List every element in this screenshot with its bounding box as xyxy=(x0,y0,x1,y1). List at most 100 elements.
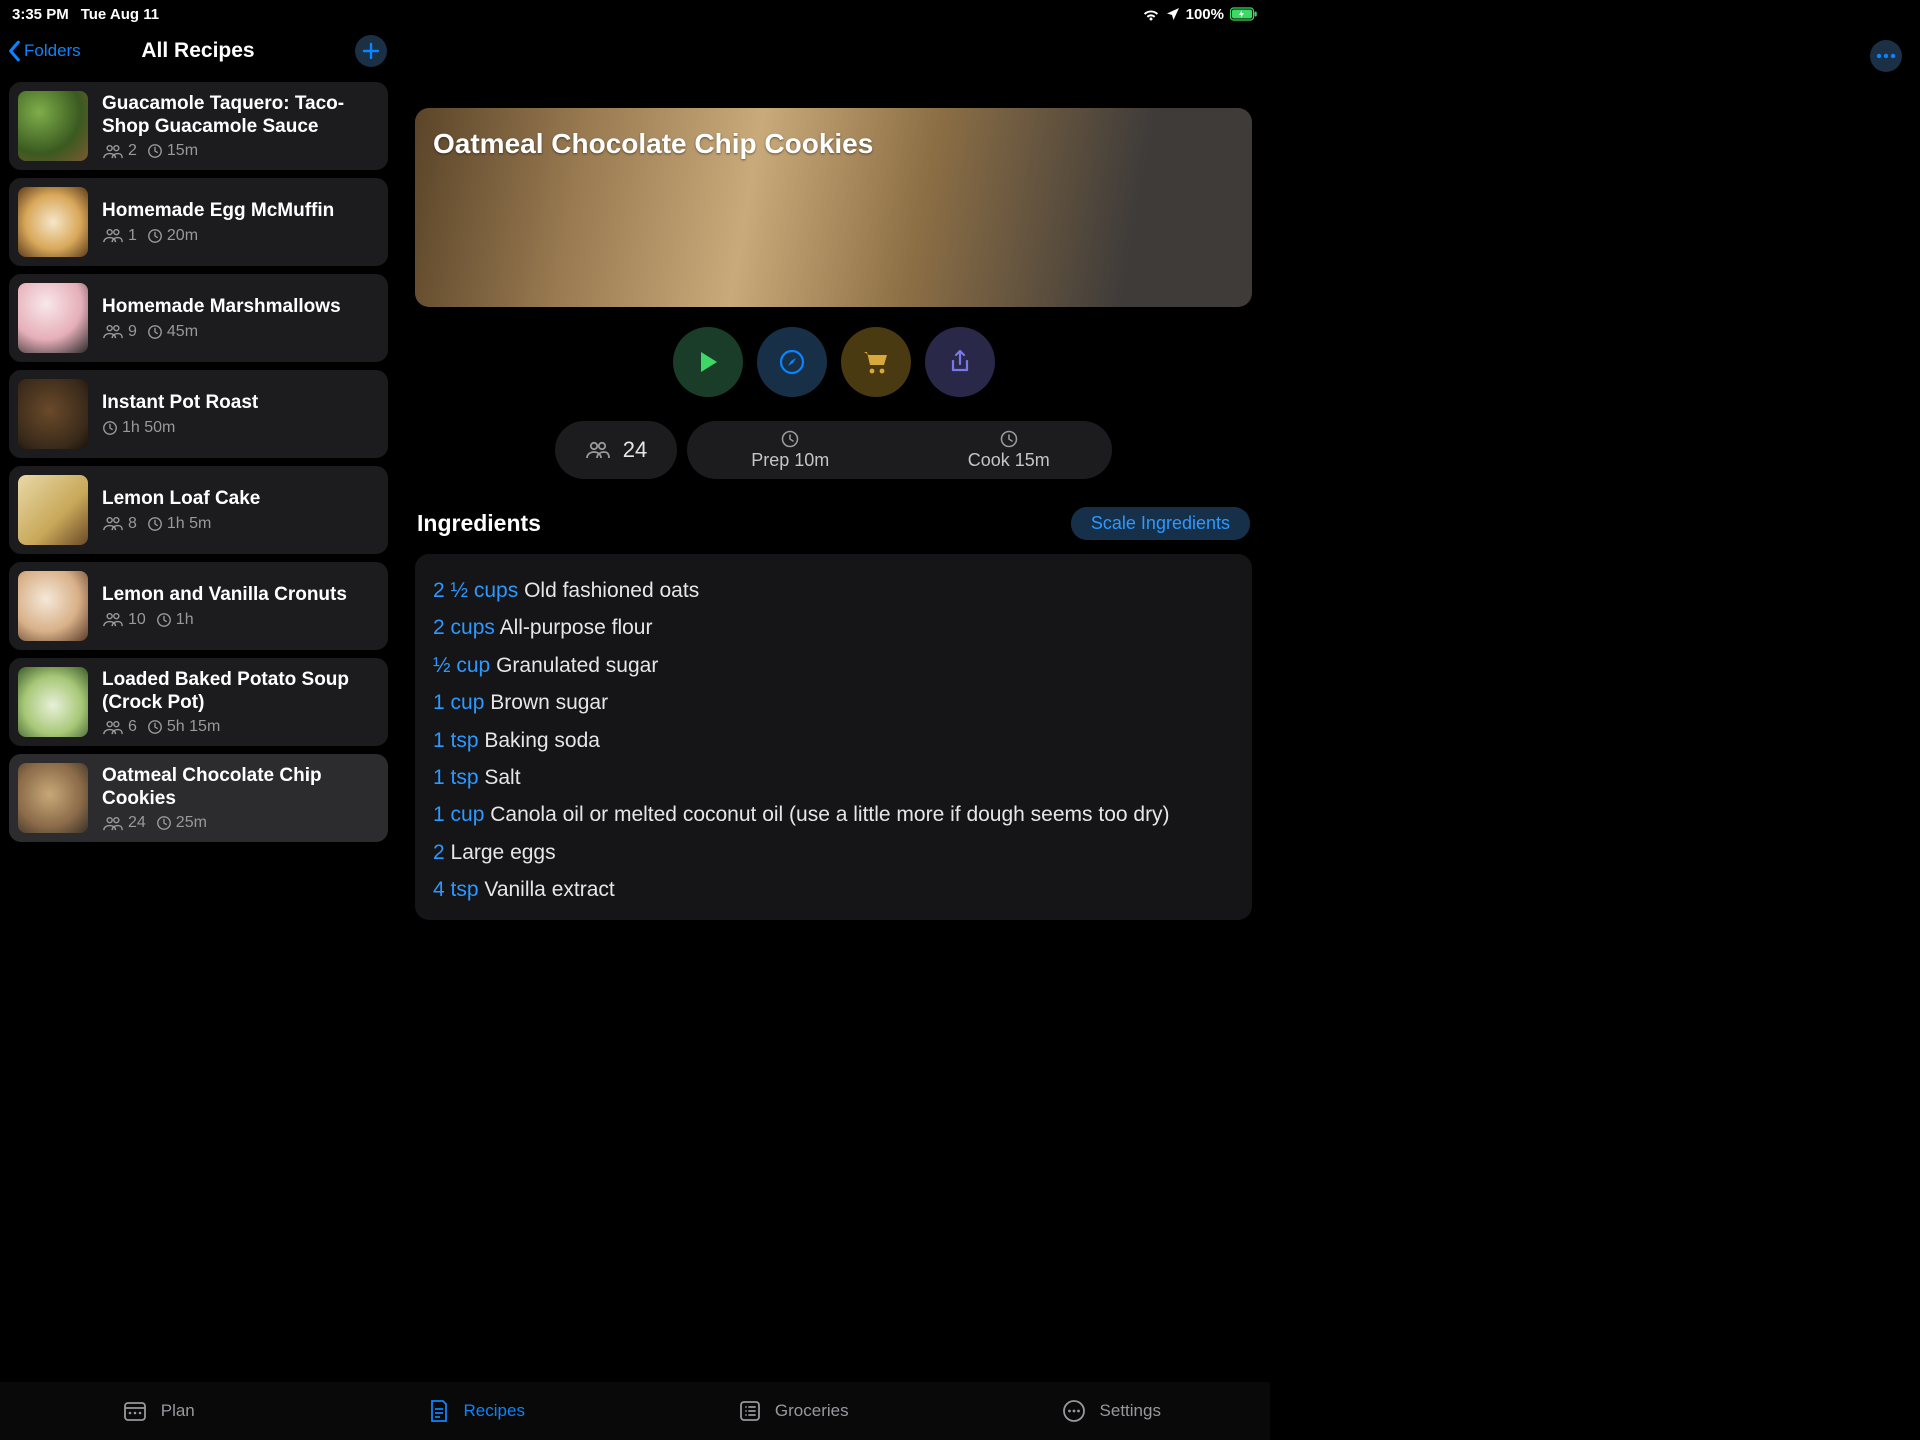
ingredient-line[interactable]: ½ cup Granulated sugar xyxy=(433,647,1234,684)
add-recipe-button[interactable] xyxy=(355,35,387,67)
ingredient-name: Vanilla extract xyxy=(484,878,614,901)
time-meta: 1h 5m xyxy=(147,515,211,533)
sidebar-header: Folders All Recipes xyxy=(0,24,397,78)
ingredient-line[interactable]: 1 tsp Salt xyxy=(433,759,1234,796)
recipe-list-item[interactable]: Homemade Marshmallows 945m xyxy=(9,274,388,362)
tab-recipes[interactable]: Recipes xyxy=(318,1382,636,1440)
recipe-item-title: Guacamole Taquero: Taco-Shop Guacamole S… xyxy=(102,92,376,138)
ingredient-name: All-purpose flour xyxy=(500,616,653,639)
tab-groceries-label: Groceries xyxy=(775,1401,849,1421)
ingredient-amount: 1 cup xyxy=(433,803,484,826)
tab-recipes-label: Recipes xyxy=(464,1401,525,1421)
ingredient-line[interactable]: 2 ½ cups Old fashioned oats xyxy=(433,572,1234,609)
action-row xyxy=(415,327,1252,397)
time-pill: Prep 10m Cook 15m xyxy=(687,421,1112,479)
status-date: Tue Aug 11 xyxy=(81,6,159,23)
servings-pill[interactable]: 24 xyxy=(555,421,677,479)
ingredient-amount: 2 ½ cups xyxy=(433,579,518,602)
ingredient-name: Large eggs xyxy=(451,841,556,864)
ingredient-name: Salt xyxy=(484,766,520,789)
time-meta: 25m xyxy=(156,814,207,832)
recipe-item-title: Instant Pot Roast xyxy=(102,391,376,414)
clock-icon xyxy=(1000,430,1018,448)
recipe-item-title: Homemade Egg McMuffin xyxy=(102,199,376,222)
recipe-hero-image: Oatmeal Chocolate Chip Cookies xyxy=(415,108,1252,307)
share-button[interactable] xyxy=(925,327,995,397)
recipe-thumb xyxy=(18,571,88,641)
time-meta: 45m xyxy=(147,323,198,341)
time-meta: 1h 50m xyxy=(102,419,175,437)
ingredient-name: Baking soda xyxy=(484,729,600,752)
recipe-item-title: Oatmeal Chocolate Chip Cookies xyxy=(102,764,376,810)
ingredients-heading: Ingredients xyxy=(417,510,541,537)
servings-meta: 10 xyxy=(102,611,146,629)
servings-meta: 1 xyxy=(102,227,137,245)
tab-groceries[interactable]: Groceries xyxy=(635,1382,953,1440)
stat-row: 24 Prep 10m Cook 15m xyxy=(415,421,1252,479)
tab-settings-label: Settings xyxy=(1100,1401,1161,1421)
ingredient-line[interactable]: 4 tsp Vanilla extract xyxy=(433,871,1234,908)
recipe-thumb xyxy=(18,91,88,161)
status-bar: 3:35 PM Tue Aug 11 100% xyxy=(0,0,1270,24)
source-link-button[interactable] xyxy=(757,327,827,397)
ingredient-line[interactable]: 2 Large eggs xyxy=(433,834,1234,871)
tab-plan[interactable]: Plan xyxy=(0,1382,318,1440)
recipe-list-item[interactable]: Loaded Baked Potato Soup (Crock Pot) 6 5h… xyxy=(9,658,388,746)
ingredient-name: Canola oil or melted coconut oil (use a … xyxy=(490,803,1169,826)
recipe-list-item[interactable]: Instant Pot Roast 1h 50m xyxy=(9,370,388,458)
ingredient-amount: 1 tsp xyxy=(433,729,479,752)
recipe-list-item[interactable]: Oatmeal Chocolate Chip Cookies 24 25m xyxy=(9,754,388,842)
settings-icon xyxy=(1062,1399,1086,1423)
servings-meta: 6 xyxy=(102,718,137,736)
prep-time: Prep 10m xyxy=(751,450,829,471)
recipe-thumb xyxy=(18,283,88,353)
time-meta: 20m xyxy=(147,227,198,245)
ingredient-line[interactable]: 1 cup Brown sugar xyxy=(433,684,1234,721)
ingredient-name: Brown sugar xyxy=(490,691,608,714)
back-label: Folders xyxy=(24,41,81,61)
recipe-list-item[interactable]: Lemon and Vanilla Cronuts 10 1h xyxy=(9,562,388,650)
servings-meta: 9 xyxy=(102,323,137,341)
recipe-title: Oatmeal Chocolate Chip Cookies xyxy=(433,128,873,160)
ingredient-amount: 1 cup xyxy=(433,691,484,714)
ingredient-amount: 2 cups xyxy=(433,616,495,639)
more-button[interactable] xyxy=(1870,40,1902,72)
battery-icon xyxy=(1230,7,1258,21)
recipe-list-item[interactable]: Lemon Loaf Cake 81h 5m xyxy=(9,466,388,554)
time-meta: 5h 15m xyxy=(147,718,220,736)
cook-button[interactable] xyxy=(673,327,743,397)
recipe-thumb xyxy=(18,475,88,545)
servings-value: 24 xyxy=(623,437,647,463)
ingredient-line[interactable]: 2 cups All-purpose flour xyxy=(433,609,1234,646)
servings-meta: 2 xyxy=(102,142,137,160)
ingredient-amount: 2 xyxy=(433,841,445,864)
recipe-thumb xyxy=(18,763,88,833)
ingredients-box: 2 ½ cups Old fashioned oats2 cups All-pu… xyxy=(415,554,1252,920)
ingredient-name: Granulated sugar xyxy=(496,654,658,677)
ingredient-amount: ½ cup xyxy=(433,654,490,677)
recipe-list-item[interactable]: Guacamole Taquero: Taco-Shop Guacamole S… xyxy=(9,82,388,170)
status-time: 3:35 PM xyxy=(12,6,69,23)
battery-pct: 100% xyxy=(1186,6,1224,23)
time-meta: 15m xyxy=(147,142,198,160)
page-title: All Recipes xyxy=(141,39,254,63)
cook-time: Cook 15m xyxy=(968,450,1050,471)
ingredient-line[interactable]: 1 tsp Baking soda xyxy=(433,722,1234,759)
recipe-item-title: Lemon and Vanilla Cronuts xyxy=(102,583,376,606)
recipe-item-title: Loaded Baked Potato Soup (Crock Pot) xyxy=(102,668,376,714)
scale-ingredients-button[interactable]: Scale Ingredients xyxy=(1071,507,1250,540)
ingredient-name: Old fashioned oats xyxy=(524,579,699,602)
ingredient-line[interactable]: 1 cup Canola oil or melted coconut oil (… xyxy=(433,796,1234,833)
location-icon xyxy=(1166,7,1180,21)
add-to-groceries-button[interactable] xyxy=(841,327,911,397)
recipe-icon xyxy=(428,1399,450,1423)
ingredient-amount: 1 tsp xyxy=(433,766,479,789)
time-meta: 1h xyxy=(156,611,194,629)
recipe-list[interactable]: Guacamole Taquero: Taco-Shop Guacamole S… xyxy=(0,78,397,948)
recipe-list-item[interactable]: Homemade Egg McMuffin 1 20m xyxy=(9,178,388,266)
servings-meta: 24 xyxy=(102,814,146,832)
ingredient-amount: 4 tsp xyxy=(433,878,479,901)
back-button[interactable]: Folders xyxy=(8,40,81,62)
list-icon xyxy=(739,1400,761,1422)
tab-settings[interactable]: Settings xyxy=(953,1382,1271,1440)
